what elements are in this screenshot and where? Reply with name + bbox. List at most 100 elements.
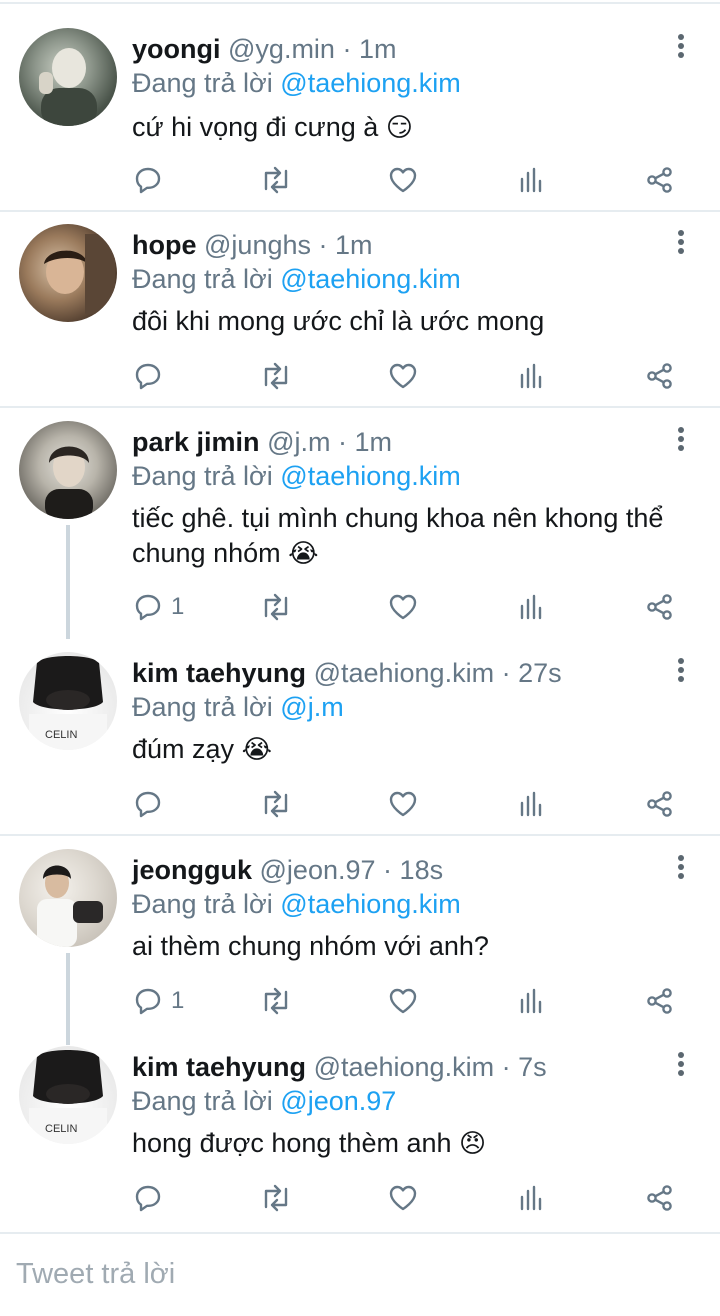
reply-button[interactable] bbox=[133, 1178, 171, 1218]
retweet-button[interactable] bbox=[259, 784, 293, 824]
tweet-text-content: đúm zạy bbox=[132, 734, 235, 764]
share-button[interactable] bbox=[645, 1178, 675, 1218]
mention-link[interactable]: @j.m bbox=[280, 692, 343, 722]
more-icon[interactable] bbox=[674, 1052, 688, 1082]
share-icon bbox=[647, 167, 672, 193]
user-handle[interactable]: @taehiong.kim bbox=[314, 1052, 495, 1082]
replying-to-label: Đang trả lời bbox=[132, 1086, 273, 1116]
like-button[interactable] bbox=[388, 1178, 418, 1218]
more-icon[interactable] bbox=[674, 34, 688, 64]
display-name[interactable]: kim taehyung bbox=[132, 1052, 306, 1082]
action-bar bbox=[0, 1178, 720, 1218]
analytics-button[interactable] bbox=[518, 356, 546, 396]
tweet-header: kim taehyung @taehiong.kim · 27s bbox=[132, 656, 562, 690]
avatar[interactable] bbox=[19, 28, 117, 126]
analytics-icon bbox=[520, 167, 542, 193]
retweet-button[interactable] bbox=[259, 356, 293, 396]
share-button[interactable] bbox=[645, 356, 675, 396]
retweet-button[interactable] bbox=[259, 160, 293, 200]
share-button[interactable] bbox=[645, 784, 675, 824]
avatar[interactable]: CELIN bbox=[19, 1046, 117, 1144]
analytics-button[interactable] bbox=[518, 1178, 546, 1218]
reply-button[interactable]: 1 bbox=[133, 981, 184, 1021]
display-name[interactable]: jeongguk bbox=[132, 855, 252, 885]
mention-link[interactable]: @taehiong.kim bbox=[280, 68, 461, 98]
display-name[interactable]: yoongi bbox=[132, 34, 221, 64]
avatar[interactable] bbox=[19, 224, 117, 322]
tweet-hope[interactable]: hope @junghs · 1m Đang trả lời @taehiong… bbox=[0, 224, 720, 408]
like-button[interactable] bbox=[388, 981, 418, 1021]
avatar[interactable]: CELIN bbox=[19, 652, 117, 750]
replying-to: Đang trả lời @j.m bbox=[132, 690, 344, 724]
retweet-icon bbox=[264, 790, 288, 818]
like-button[interactable] bbox=[388, 587, 418, 627]
display-name[interactable]: kim taehyung bbox=[132, 658, 306, 688]
reply-input-placeholder[interactable]: Tweet trả lời bbox=[16, 1258, 175, 1291]
display-name[interactable]: park jimin bbox=[132, 427, 260, 457]
action-bar bbox=[0, 356, 720, 396]
analytics-button[interactable] bbox=[518, 587, 546, 627]
more-icon[interactable] bbox=[674, 230, 688, 260]
avatar[interactable] bbox=[19, 421, 117, 519]
crying-emoji-icon: 😭 bbox=[288, 538, 319, 568]
tweet-text: ai thèm chung nhóm với anh? bbox=[132, 929, 692, 964]
reply-button[interactable]: 1 bbox=[133, 587, 184, 627]
tweet-text-content: tiếc ghê. tụi mình chung khoa nên khong … bbox=[132, 503, 664, 568]
replying-to: Đang trả lời @taehiong.kim bbox=[132, 262, 461, 296]
action-bar bbox=[0, 160, 720, 200]
timestamp: 1m bbox=[354, 427, 393, 457]
reply-icon bbox=[135, 988, 161, 1015]
tweet-text: đúm zạy 😭 bbox=[132, 732, 692, 767]
retweet-icon bbox=[264, 593, 288, 621]
analytics-button[interactable] bbox=[518, 160, 546, 200]
reply-button[interactable] bbox=[133, 784, 171, 824]
more-icon[interactable] bbox=[674, 427, 688, 457]
reply-composer[interactable]: Tweet trả lời bbox=[0, 1232, 720, 1316]
reply-count: 1 bbox=[171, 593, 185, 620]
more-icon[interactable] bbox=[674, 855, 688, 885]
replying-to: Đang trả lời @taehiong.kim bbox=[132, 66, 461, 100]
retweet-button[interactable] bbox=[259, 587, 293, 627]
timestamp: 18s bbox=[399, 855, 444, 885]
more-icon[interactable] bbox=[674, 658, 688, 688]
tweet-park-jimin[interactable]: park jimin @j.m · 1m Đang trả lời @taehi… bbox=[0, 421, 720, 639]
display-name[interactable]: hope bbox=[132, 230, 197, 260]
user-handle[interactable]: @yg.min bbox=[228, 34, 335, 64]
tweet-kim-taehyung-1[interactable]: CELIN kim taehyung @taehiong.kim · 27s Đ… bbox=[0, 652, 720, 836]
retweet-icon bbox=[264, 1184, 288, 1212]
replying-to-label: Đang trả lời bbox=[132, 889, 273, 919]
retweet-button[interactable] bbox=[259, 1178, 293, 1218]
replying-to: Đang trả lời @taehiong.kim bbox=[132, 459, 461, 493]
reply-button[interactable] bbox=[133, 160, 171, 200]
share-icon bbox=[647, 363, 672, 389]
action-bar bbox=[0, 784, 720, 824]
share-button[interactable] bbox=[645, 981, 675, 1021]
mention-link[interactable]: @taehiong.kim bbox=[280, 264, 461, 294]
share-button[interactable] bbox=[645, 160, 675, 200]
analytics-icon bbox=[520, 594, 542, 620]
smirk-emoji-icon: 😏 bbox=[385, 112, 413, 142]
reply-count: 1 bbox=[171, 987, 185, 1014]
like-button[interactable] bbox=[388, 160, 418, 200]
user-handle[interactable]: @j.m bbox=[267, 427, 330, 457]
retweet-button[interactable] bbox=[259, 981, 293, 1021]
user-handle[interactable]: @junghs bbox=[204, 230, 311, 260]
action-bar: 1 bbox=[0, 981, 720, 1021]
mention-link[interactable]: @jeon.97 bbox=[280, 1086, 396, 1116]
like-button[interactable] bbox=[388, 356, 418, 396]
tweet-kim-taehyung-2[interactable]: CELIN kim taehyung @taehiong.kim · 7s Đa… bbox=[0, 1046, 720, 1230]
analytics-button[interactable] bbox=[518, 981, 546, 1021]
user-handle[interactable]: @jeon.97 bbox=[260, 855, 376, 885]
avatar[interactable] bbox=[19, 849, 117, 947]
share-icon bbox=[647, 1185, 672, 1211]
tweet-yoongi[interactable]: yoongi @yg.min · 1m Đang trả lời @taehio… bbox=[0, 28, 720, 212]
analytics-button[interactable] bbox=[518, 784, 546, 824]
mention-link[interactable]: @taehiong.kim bbox=[280, 889, 461, 919]
tweet-jeongguk[interactable]: jeongguk @jeon.97 · 18s Đang trả lời @ta… bbox=[0, 849, 720, 1045]
share-button[interactable] bbox=[645, 587, 675, 627]
mention-link[interactable]: @taehiong.kim bbox=[280, 461, 461, 491]
like-button[interactable] bbox=[388, 784, 418, 824]
tweet-text-content: ai thèm chung nhóm với anh? bbox=[132, 931, 489, 961]
reply-button[interactable] bbox=[133, 356, 171, 396]
user-handle[interactable]: @taehiong.kim bbox=[314, 658, 495, 688]
